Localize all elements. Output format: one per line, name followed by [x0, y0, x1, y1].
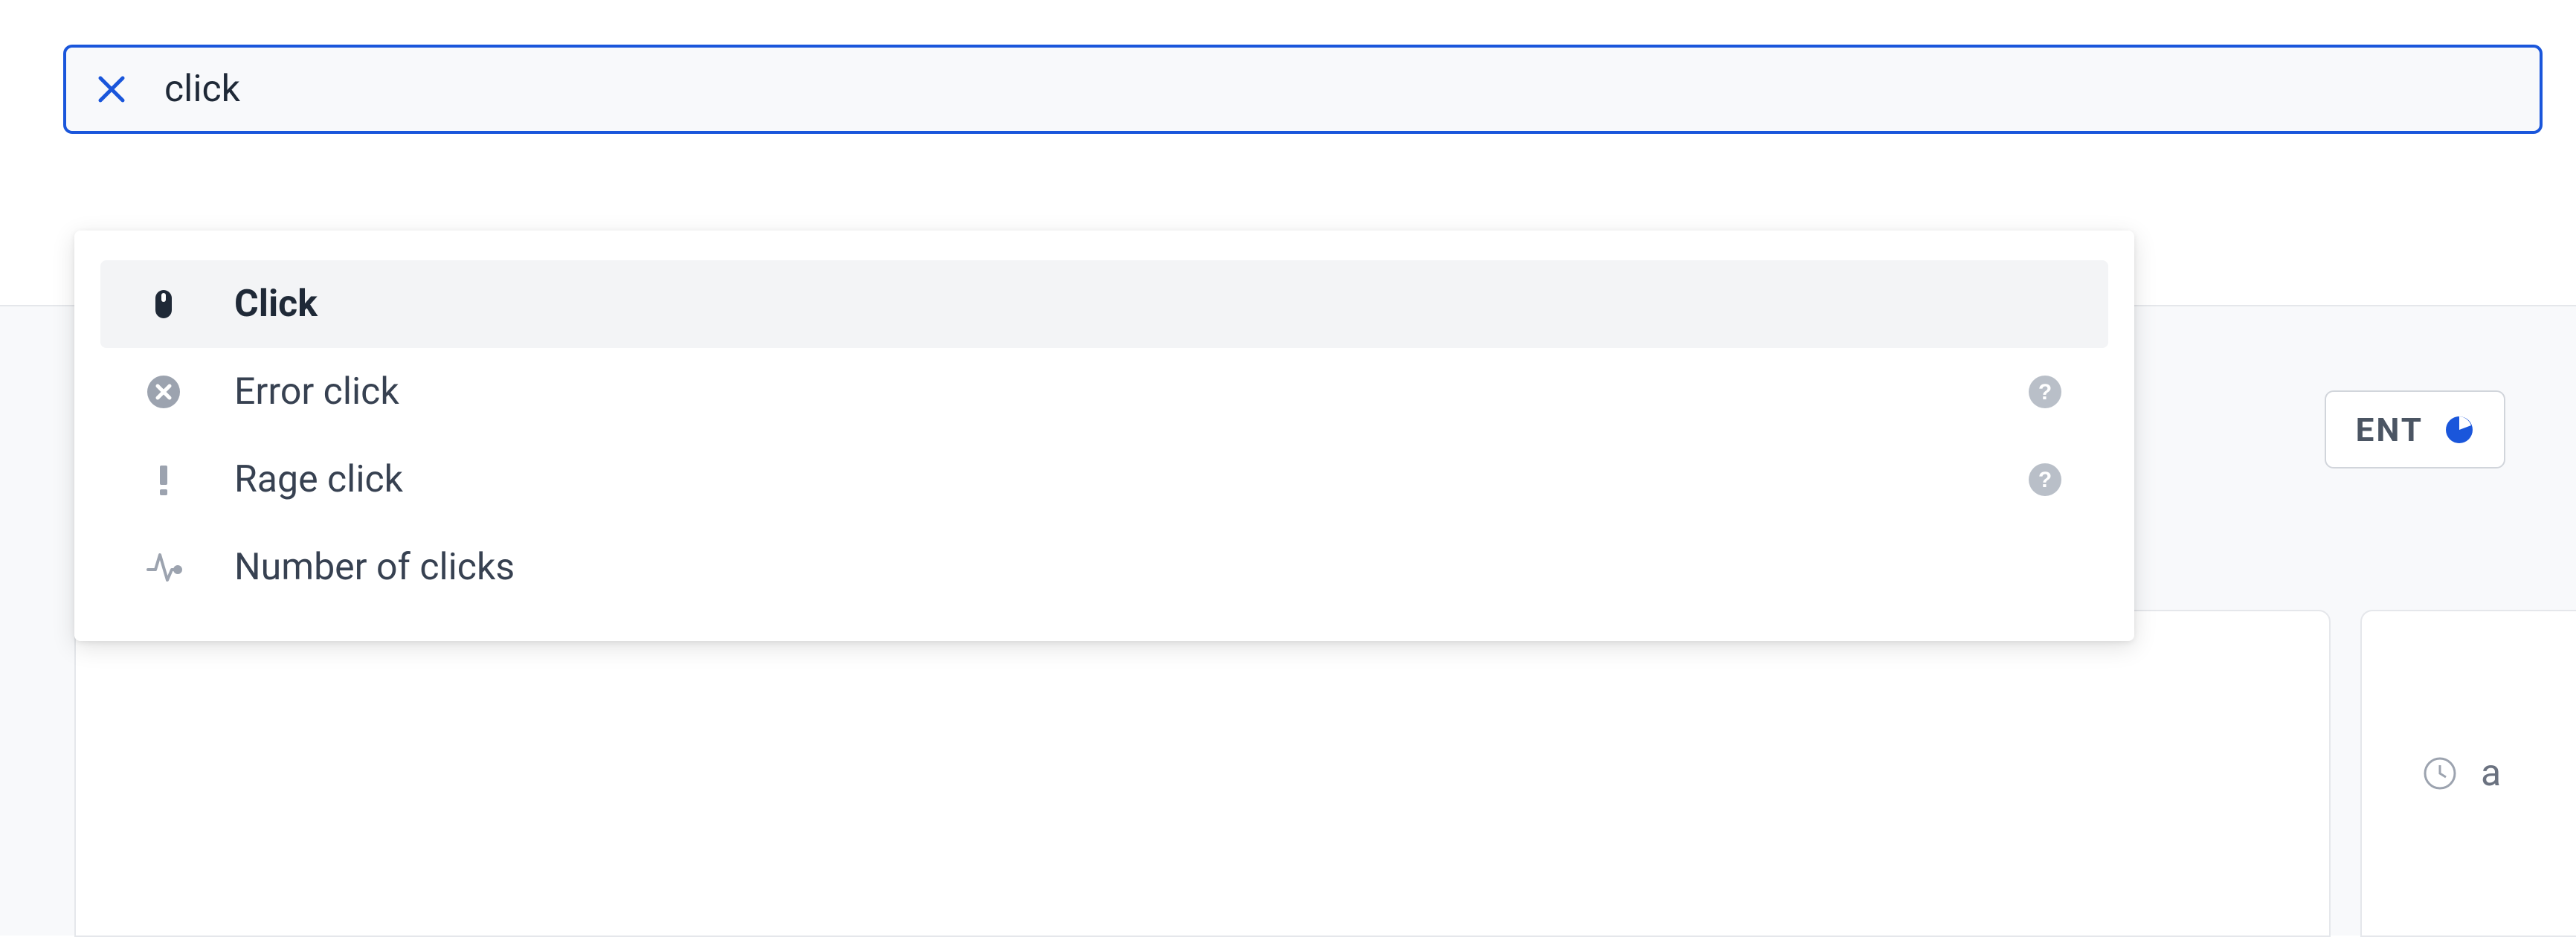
svg-text:?: ? [2038, 380, 2052, 405]
search-dropdown: Click Error click ? Rage click [74, 231, 2134, 641]
clear-search-icon[interactable] [96, 74, 127, 105]
dropdown-item-label: Error click [234, 370, 1974, 413]
dropdown-item-label: Click [234, 283, 2064, 326]
mouse-icon [145, 286, 182, 323]
segment-badge[interactable]: ENT [2325, 390, 2505, 468]
search-input[interactable] [164, 68, 2510, 111]
dropdown-item-number-of-clicks[interactable]: Number of clicks [100, 524, 2108, 611]
dropdown-item-error-click[interactable]: Error click ? [100, 348, 2108, 436]
content-card-right: a [2360, 610, 2576, 937]
content-card-left [74, 610, 2331, 937]
dropdown-item-click[interactable]: Click [100, 260, 2108, 348]
badge-text: ENT [2356, 410, 2424, 449]
dropdown-item-label: Rage click [234, 458, 1974, 501]
help-icon[interactable]: ? [2026, 461, 2064, 498]
dropdown-item-label: Number of clicks [234, 546, 2064, 589]
pie-chart-icon [2444, 415, 2474, 445]
search-input-wrapper [164, 68, 2510, 111]
clock-icon [2421, 755, 2459, 792]
card-text-fragment: a [2481, 752, 2501, 795]
dropdown-item-rage-click[interactable]: Rage click ? [100, 436, 2108, 524]
error-circle-icon [145, 373, 182, 410]
exclamation-icon [145, 461, 182, 498]
svg-text:?: ? [2038, 468, 2052, 492]
activity-icon [145, 549, 182, 586]
search-container [63, 45, 2543, 134]
help-icon[interactable]: ? [2026, 373, 2064, 410]
